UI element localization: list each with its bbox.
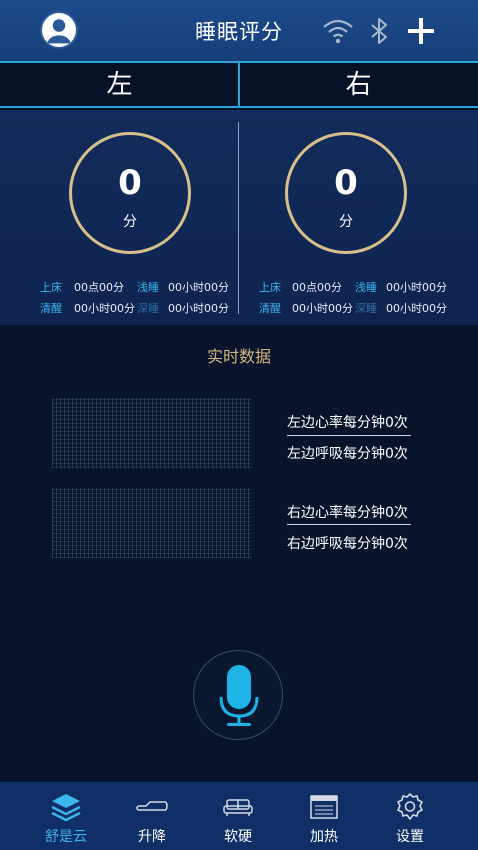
right-light-label: 浅睡 (355, 281, 377, 294)
bottom-nav: 舒是云 升降 软硬 加热 设置 (0, 782, 478, 850)
left-score-unit: 分 (123, 214, 137, 230)
left-heart-rate: 左边心率每分钟0次 (287, 415, 408, 431)
tab-left[interactable]: 左 (0, 63, 239, 106)
left-vital-divider (287, 435, 411, 436)
right-vital-divider (287, 524, 411, 525)
panel-divider (238, 122, 239, 314)
voice-button[interactable] (193, 650, 283, 740)
left-light-value: 00小时00分 (168, 281, 229, 294)
nav-label-settings: 设置 (396, 829, 424, 845)
left-bed-value: 00点00分 (74, 281, 124, 294)
left-score-ring: 0 分 (69, 132, 191, 254)
nav-label-heat: 加热 (310, 829, 338, 845)
realtime-title: 实时数据 (206, 347, 271, 366)
left-light-label: 浅睡 (137, 281, 159, 294)
side-selector: 左 右 (0, 63, 478, 108)
right-awake-value: 00小时00分 (292, 302, 353, 315)
left-awake-label: 清醒 (40, 302, 62, 315)
right-light-value: 00小时00分 (386, 281, 447, 294)
right-bed-value: 00点00分 (292, 281, 342, 294)
heater-icon (310, 795, 338, 819)
nav-item-lift[interactable]: 升降 (104, 782, 200, 850)
plus-icon[interactable] (404, 14, 438, 48)
right-score-unit: 分 (339, 214, 353, 230)
nav-label-lift: 升降 (138, 829, 166, 845)
left-deep-value: 00小时00分 (168, 302, 229, 315)
sofa-icon (223, 799, 253, 816)
right-bed-label: 上床 (259, 281, 281, 294)
left-score: 0 (118, 163, 142, 203)
left-waveform (52, 398, 252, 468)
sleep-score-panel: 0 分 上床 00点00分 浅睡 00小时00分 清醒 00小时00分 深睡 0… (0, 110, 478, 325)
nav-item-heat[interactable]: 加热 (276, 782, 372, 850)
right-heart-rate: 右边心率每分钟0次 (287, 505, 408, 521)
nav-label-home: 舒是云 (45, 829, 87, 845)
tab-right[interactable]: 右 (239, 63, 478, 106)
bed-lift-icon (136, 801, 168, 811)
layers-icon (51, 794, 81, 822)
microphone-icon (219, 665, 259, 726)
right-deep-label: 深睡 (355, 302, 377, 315)
gear-icon (397, 793, 423, 820)
left-deep-label: 深睡 (137, 302, 159, 315)
left-bed-label: 上床 (40, 281, 62, 294)
app-header: 睡眠评分 (0, 0, 478, 63)
right-deep-value: 00小时00分 (386, 302, 447, 315)
right-waveform (52, 488, 252, 558)
nav-item-home[interactable]: 舒是云 (18, 782, 114, 850)
right-breath-rate: 右边呼吸每分钟0次 (287, 536, 408, 552)
nav-item-firmness[interactable]: 软硬 (190, 782, 286, 850)
bluetooth-icon[interactable] (362, 14, 396, 48)
nav-label-firmness: 软硬 (224, 829, 252, 845)
right-score: 0 (334, 163, 358, 203)
left-breath-rate: 左边呼吸每分钟0次 (287, 446, 408, 462)
wifi-icon[interactable] (321, 14, 355, 48)
right-awake-label: 清醒 (259, 302, 281, 315)
right-score-ring: 0 分 (285, 132, 407, 254)
left-awake-value: 00小时00分 (74, 302, 135, 315)
nav-item-settings[interactable]: 设置 (362, 782, 458, 850)
